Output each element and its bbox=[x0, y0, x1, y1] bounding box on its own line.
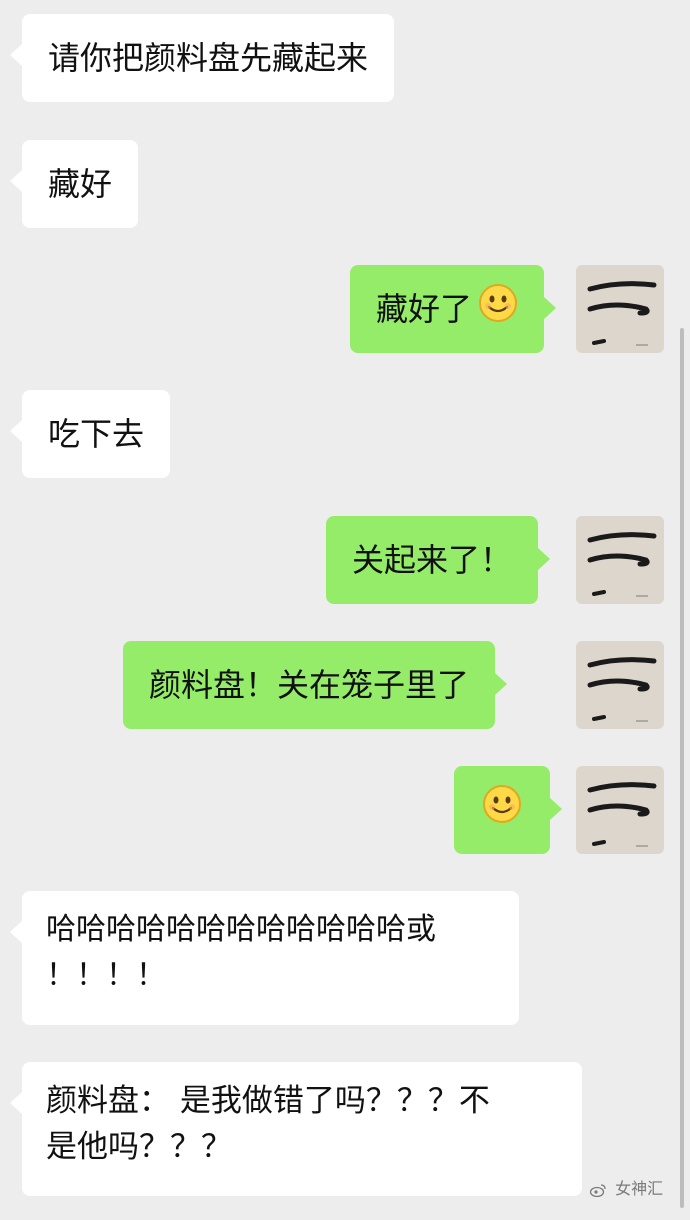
message-bubble-incoming[interactable]: 哈哈哈哈哈哈哈哈哈哈哈哈或 ！！！！ bbox=[10, 891, 519, 1025]
message-text: 关起来了！ bbox=[352, 541, 513, 579]
user-avatar[interactable] bbox=[576, 265, 664, 353]
scribble-avatar-icon bbox=[587, 782, 657, 847]
message-bubble-outgoing[interactable] bbox=[454, 766, 562, 854]
scribble-avatar-icon bbox=[587, 281, 657, 346]
message-bubble-incoming[interactable]: 请你把颜料盘先藏起来 bbox=[9, 14, 395, 102]
message-text: 藏好了 bbox=[376, 290, 473, 328]
scribble-avatar-icon bbox=[587, 657, 657, 722]
watermark: 女神汇 bbox=[589, 1179, 664, 1198]
message-text-line: 是他吗？？？ bbox=[46, 1129, 232, 1165]
user-avatar[interactable] bbox=[576, 641, 664, 729]
message-bubble-incoming[interactable]: 藏好 bbox=[9, 140, 139, 228]
user-avatar[interactable] bbox=[576, 516, 664, 604]
message-bubble-incoming[interactable]: 吃下去 bbox=[9, 390, 171, 478]
weibo-icon bbox=[589, 1183, 606, 1197]
message-text: 藏好 bbox=[48, 165, 113, 203]
message-bubble-outgoing[interactable]: 藏好了 bbox=[350, 265, 557, 353]
scrollbar[interactable] bbox=[680, 328, 684, 1208]
message-bubble-outgoing[interactable]: 颜料盘！关在笼子里了 bbox=[123, 641, 508, 729]
message-text-line: 哈哈哈哈哈哈哈哈哈哈哈哈或 bbox=[46, 912, 436, 947]
scribble-avatar-icon bbox=[587, 532, 657, 597]
message-text: 颜料盘！关在笼子里了 bbox=[149, 666, 470, 704]
message-text-line: 颜料盘： 是我做错了吗？？？不 bbox=[46, 1083, 490, 1119]
smile-emoji-icon bbox=[478, 283, 518, 335]
message-text: 吃下去 bbox=[48, 415, 145, 453]
smile-emoji-icon bbox=[482, 784, 522, 836]
chat-area: 请你把颜料盘先藏起来 藏好 藏好了 吃下去 关起来了！ 颜料盘！关在笼子里了 哈… bbox=[0, 0, 690, 1220]
user-avatar[interactable] bbox=[576, 766, 664, 854]
message-text-line: ！！！！ bbox=[46, 958, 166, 993]
message-text: 请你把颜料盘先藏起来 bbox=[48, 39, 369, 77]
message-bubble-outgoing[interactable]: 关起来了！ bbox=[326, 516, 551, 604]
watermark-text: 女神汇 bbox=[615, 1179, 664, 1198]
message-bubble-incoming[interactable]: 颜料盘： 是我做错了吗？？？不 是他吗？？？ bbox=[10, 1062, 582, 1196]
